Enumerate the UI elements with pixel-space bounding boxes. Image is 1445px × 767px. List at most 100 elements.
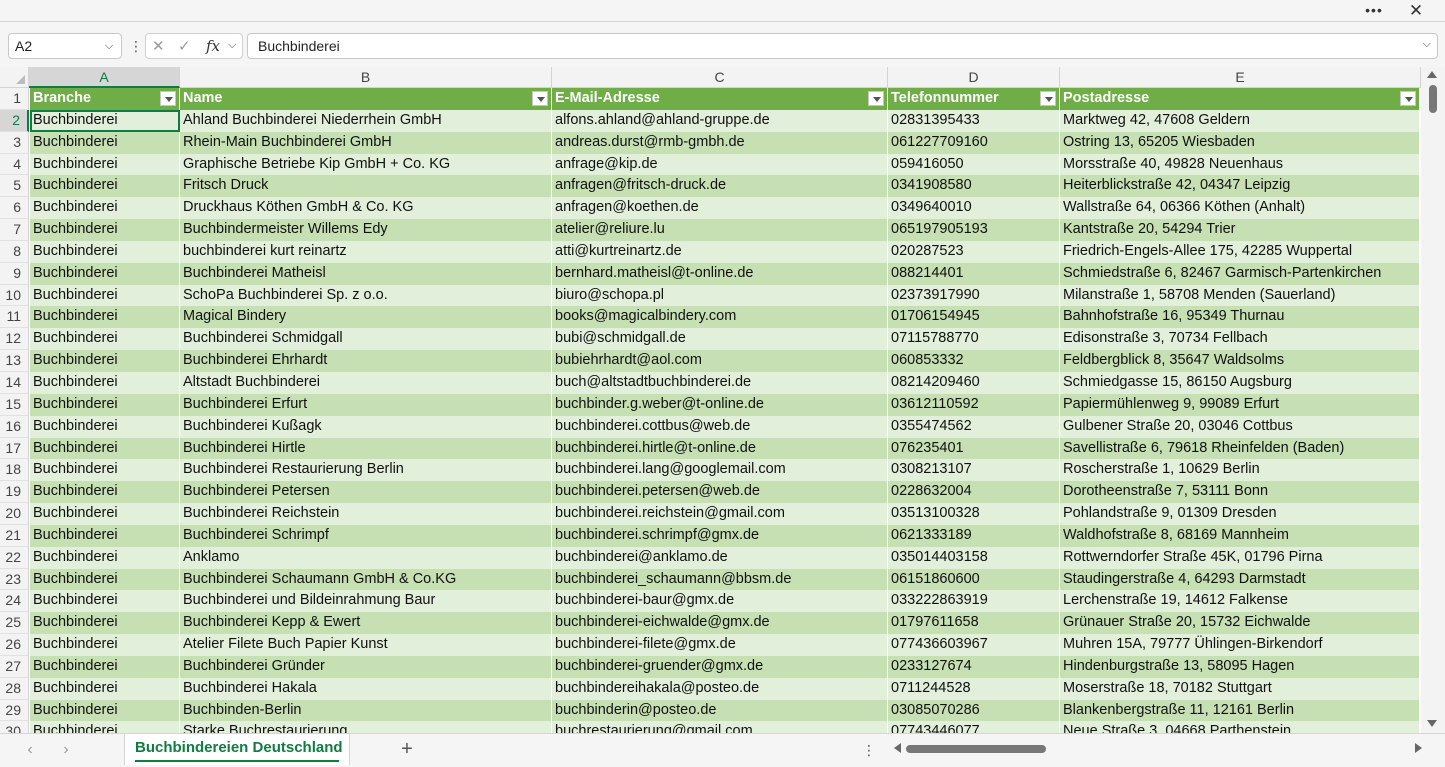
cell-email[interactable]: bubi@schmidgall.de — [552, 328, 888, 351]
row-header[interactable]: 14 — [0, 371, 29, 394]
row-header[interactable]: 24 — [0, 590, 29, 613]
cell-name[interactable]: Buchbinderei Kepp & Ewert — [180, 612, 552, 635]
cell-name[interactable]: Buchbinderei Matheisl — [180, 262, 552, 285]
cell-branche[interactable]: Buchbinderei — [30, 415, 180, 438]
cell-branche[interactable]: Buchbinderei — [30, 634, 180, 656]
cell-postadresse[interactable]: Gulbener Straße 20, 03046 Cottbus — [1060, 415, 1420, 438]
cell-telefon[interactable]: 077436603967 — [888, 634, 1060, 656]
cell-email[interactable]: bubiehrhardt@aol.com — [552, 350, 888, 372]
cell-name[interactable]: Buchbinderei Hirtle — [180, 437, 552, 460]
cell-email[interactable]: anfragen@koethen.de — [552, 197, 888, 220]
row-header[interactable]: 26 — [0, 634, 29, 656]
insert-function-icon[interactable]: fx — [206, 37, 220, 55]
cell-telefon[interactable]: 01797611658 — [888, 612, 1060, 635]
cell-postadresse[interactable]: Muhren 15A, 79777 Ühlingen-Birkendorf — [1060, 634, 1420, 656]
cell-name[interactable]: Magical Bindery — [180, 306, 552, 329]
cell-email[interactable]: buchbinderei.petersen@web.de — [552, 481, 888, 504]
cell-name[interactable]: Buchbinden-Berlin — [180, 699, 552, 722]
cell-email[interactable]: buchbinderei.reichstein@gmail.com — [552, 503, 888, 525]
cell-telefon[interactable]: 065197905193 — [888, 219, 1060, 241]
row-header[interactable]: 10 — [0, 284, 29, 307]
cell-name[interactable]: Buchbinderei Hakala — [180, 677, 552, 700]
row-header[interactable]: 8 — [0, 240, 29, 263]
cell-name[interactable]: Buchbinderei Erfurt — [180, 393, 552, 416]
cell-name[interactable]: Buchbinderei und Bildeinrahmung Baur — [180, 590, 552, 613]
close-icon[interactable]: ✕ — [1404, 0, 1428, 22]
row-header[interactable]: 23 — [0, 568, 29, 591]
row-header[interactable]: 20 — [0, 503, 29, 525]
cell-postadresse[interactable]: Savellistraße 6, 79618 Rheinfelden (Bade… — [1060, 437, 1420, 460]
scroll-up-icon[interactable] — [1427, 71, 1437, 78]
header-cell-postadresse[interactable]: Postadresse — [1060, 88, 1420, 110]
column-header-b[interactable]: B — [180, 67, 552, 88]
cell-branche[interactable]: Buchbinderei — [30, 153, 180, 176]
filter-dropdown-icon[interactable] — [868, 91, 884, 106]
column-header-c[interactable]: C — [552, 67, 888, 88]
chevron-right-icon[interactable]: › — [56, 740, 76, 760]
header-cell-branche[interactable]: Branche — [30, 88, 180, 110]
row-header[interactable]: 13 — [0, 350, 29, 372]
row-header[interactable]: 6 — [0, 197, 29, 220]
cell-telefon[interactable]: 02373917990 — [888, 284, 1060, 307]
row-header[interactable]: 29 — [0, 699, 29, 722]
filter-dropdown-icon[interactable] — [1040, 91, 1056, 106]
cell-postadresse[interactable]: Bahnhofstraße 16, 95349 Thurnau — [1060, 306, 1420, 329]
cell-branche[interactable]: Buchbinderei — [30, 350, 180, 372]
cell-postadresse[interactable]: Schmiedstraße 6, 82467 Garmisch-Partenki… — [1060, 262, 1420, 285]
header-cell-name[interactable]: Name — [180, 88, 552, 110]
cell-postadresse[interactable]: Schmiedgasse 15, 86150 Augsburg — [1060, 371, 1420, 394]
cell-telefon[interactable]: 0349640010 — [888, 197, 1060, 220]
cell-name[interactable]: Druckhaus Köthen GmbH & Co. KG — [180, 197, 552, 220]
row-header[interactable]: 2 — [0, 109, 29, 132]
cell-postadresse[interactable]: Papiermühlenweg 9, 99089 Erfurt — [1060, 393, 1420, 416]
cell-name[interactable]: Atelier Filete Buch Papier Kunst — [180, 634, 552, 656]
cell-postadresse[interactable]: Feldbergblick 8, 35647 Waldsolms — [1060, 350, 1420, 372]
cell-email[interactable]: buchbinderei.schrimpf@gmx.de — [552, 524, 888, 547]
cell-email[interactable]: buchbindereihakala@posteo.de — [552, 677, 888, 700]
cell-name[interactable]: Buchbinderei Ehrhardt — [180, 350, 552, 372]
cell-telefon[interactable]: 0341908580 — [888, 175, 1060, 198]
cell-branche[interactable]: Buchbinderei — [30, 590, 180, 613]
cancel-icon[interactable]: ✕ — [152, 37, 165, 55]
cell-telefon[interactable]: 07743446077 — [888, 721, 1060, 733]
vertical-ellipsis-icon[interactable]: ⋮ — [862, 740, 876, 760]
row-header[interactable]: 27 — [0, 655, 29, 678]
cell-postadresse[interactable]: Morsstraße 40, 49828 Neuenhaus — [1060, 153, 1420, 176]
cell-email[interactable]: buchbinderei.hirtle@t-online.de — [552, 437, 888, 460]
cell-postadresse[interactable]: Waldhofstraße 8, 68169 Mannheim — [1060, 524, 1420, 547]
row-header[interactable]: 7 — [0, 219, 29, 241]
cell-telefon[interactable]: 059416050 — [888, 153, 1060, 176]
header-cell-email[interactable]: E-Mail-Adresse — [552, 88, 888, 110]
cell-postadresse[interactable]: Blankenbergstraße 11, 12161 Berlin — [1060, 699, 1420, 722]
cell-branche[interactable]: Buchbinderei — [30, 677, 180, 700]
cell-postadresse[interactable]: Pohlandstraße 9, 01309 Dresden — [1060, 503, 1420, 525]
row-header[interactable]: 21 — [0, 524, 29, 547]
add-sheet-icon[interactable]: + — [396, 738, 418, 760]
row-header[interactable]: 15 — [0, 393, 29, 416]
cell-email[interactable]: anfrage@kip.de — [552, 153, 888, 176]
cell-branche[interactable]: Buchbinderei — [30, 437, 180, 460]
more-icon[interactable]: ••• — [1362, 0, 1386, 22]
cell-telefon[interactable]: 0308213107 — [888, 459, 1060, 482]
cell-telefon[interactable]: 0233127674 — [888, 655, 1060, 678]
row-header[interactable]: 25 — [0, 612, 29, 635]
scroll-thumb[interactable] — [1429, 85, 1437, 113]
cell-telefon[interactable]: 03085070286 — [888, 699, 1060, 722]
chevron-down-icon[interactable]: ⌵ — [228, 39, 236, 52]
cell-name[interactable]: Buchbinderei Schaumann GmbH & Co.KG — [180, 568, 552, 591]
cell-branche[interactable]: Buchbinderei — [30, 503, 180, 525]
vertical-ellipsis-icon[interactable]: ⋮ — [129, 36, 143, 56]
row-header[interactable]: 9 — [0, 262, 29, 285]
check-icon[interactable]: ✓ — [178, 37, 191, 55]
cell-telefon[interactable]: 033222863919 — [888, 590, 1060, 613]
cell-name[interactable]: Buchbinderei Gründer — [180, 655, 552, 678]
cell-email[interactable]: andreas.durst@rmb-gmbh.de — [552, 131, 888, 154]
formula-input[interactable]: Buchbinderei ⌵ — [247, 33, 1438, 59]
cell-branche[interactable]: Buchbinderei — [30, 721, 180, 733]
cell-postadresse[interactable]: Rottwerndorfer Straße 45K, 01796 Pirna — [1060, 546, 1420, 569]
cell-telefon[interactable]: 01706154945 — [888, 306, 1060, 329]
row-header[interactable]: 28 — [0, 677, 29, 700]
cell-name[interactable]: Altstadt Buchbinderei — [180, 371, 552, 394]
cell-name[interactable]: Buchbinderei Reichstein — [180, 503, 552, 525]
cell-postadresse[interactable]: Hindenburgstraße 13, 58095 Hagen — [1060, 655, 1420, 678]
